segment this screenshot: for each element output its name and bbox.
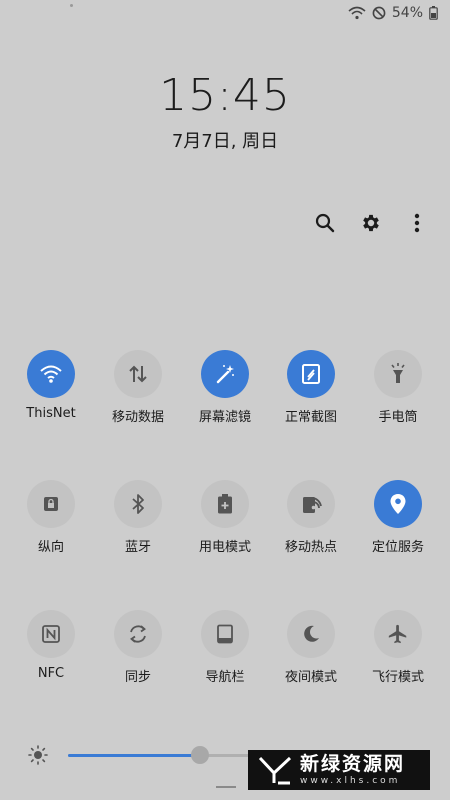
watermark: 新绿资源网 www.xlhs.com [248, 750, 430, 790]
tile-label: 飞行模式 [371, 670, 424, 685]
hotspot-icon [303, 497, 322, 513]
tile-bluetooth[interactable]: 蓝牙 [95, 480, 181, 555]
tile-flashlight-toggle[interactable] [374, 350, 422, 398]
tile-label: 导航栏 [205, 670, 245, 685]
clock-date: 7月7日, 周日 [171, 131, 279, 152]
bluetooth-icon [132, 494, 144, 514]
sync-icon [130, 625, 146, 643]
tile-portrait[interactable]: 纵向 [8, 480, 94, 555]
tile-airplane-mode-toggle[interactable] [374, 610, 422, 658]
mobile-data-icon [129, 365, 147, 383]
tile-label: 纵向 [37, 540, 64, 555]
screenshot-icon [302, 364, 320, 384]
do-not-disturb-icon [372, 6, 386, 20]
tile-power-mode-toggle[interactable] [201, 480, 249, 528]
tile-flashlight[interactable]: 手电筒 [355, 350, 441, 425]
tile-label: 同步 [124, 670, 151, 685]
magic-wand-icon [216, 365, 234, 384]
tile-label: 蓝牙 [124, 540, 151, 555]
status-bar: 54% [348, 3, 438, 23]
tile-location[interactable]: 定位服务 [355, 480, 441, 555]
search-icon [315, 213, 335, 233]
tile-screen-filter-toggle[interactable] [201, 350, 249, 398]
panel-actions [314, 210, 428, 236]
tile-label: 移动数据 [111, 410, 164, 425]
flashlight-icon [391, 363, 405, 383]
tile-location-toggle[interactable] [374, 480, 422, 528]
tile-label: 夜间模式 [284, 670, 337, 685]
sun-icon [28, 745, 48, 769]
tile-hotspot-toggle[interactable] [287, 480, 335, 528]
tile-navigation-bar-toggle[interactable] [201, 610, 249, 658]
panel-drag-handle[interactable] [216, 786, 236, 788]
location-icon [390, 494, 406, 514]
tile-nfc-toggle[interactable] [27, 610, 75, 658]
brightness-slider-thumb[interactable] [191, 746, 209, 764]
watermark-title: 新绿资源网 [300, 752, 406, 775]
watermark-text: 新绿资源网 www.xlhs.com [300, 752, 406, 786]
quick-settings-row: ThisNet 移动数据 屏幕滤镜 正常截图 手电筒 [0, 350, 450, 430]
settings-button[interactable] [360, 210, 382, 236]
tile-label: 用电模式 [198, 540, 251, 555]
tile-label: 手电筒 [378, 410, 418, 425]
more-options-button[interactable] [406, 210, 428, 236]
quick-settings-row: NFC 同步 导航栏 夜间模式 飞行模式 [0, 610, 450, 690]
moon-icon [304, 625, 319, 642]
clock-time: 15:45 [159, 70, 291, 121]
airplane-icon [388, 624, 407, 644]
quick-settings-row: 纵向 蓝牙 用电模式 移动热点 定位服务 [0, 480, 450, 560]
wifi-icon [40, 365, 62, 383]
tile-screen-filter[interactable]: 屏幕滤镜 [182, 350, 268, 425]
tile-sync[interactable]: 同步 [95, 610, 181, 685]
battery-saver-icon [218, 494, 232, 514]
tile-sync-toggle[interactable] [114, 610, 162, 658]
tile-label: 定位服务 [371, 540, 424, 555]
tile-hotspot[interactable]: 移动热点 [268, 480, 354, 555]
wifi-icon [348, 6, 366, 20]
tile-wifi-toggle[interactable] [27, 350, 75, 398]
battery-percent: 54% [391, 5, 423, 21]
tile-airplane-mode[interactable]: 飞行模式 [355, 610, 441, 685]
tile-night-mode-toggle[interactable] [287, 610, 335, 658]
search-button[interactable] [314, 210, 336, 236]
tile-mobile-data[interactable]: 移动数据 [95, 350, 181, 425]
tile-portrait-toggle[interactable] [27, 480, 75, 528]
tile-bluetooth-toggle[interactable] [114, 480, 162, 528]
tile-label: ThisNet [26, 406, 76, 421]
nfc-icon [42, 625, 60, 643]
tile-mobile-data-toggle[interactable] [114, 350, 162, 398]
portrait-lock-icon [44, 497, 58, 511]
status-dot [70, 4, 73, 7]
gear-icon [363, 214, 379, 232]
brightness-slider-fill [68, 754, 200, 757]
tile-label: 屏幕滤镜 [198, 410, 251, 425]
battery-icon [429, 6, 438, 20]
tile-label: 移动热点 [284, 540, 337, 555]
more-vertical-icon [414, 213, 420, 233]
tile-screenshot-toggle[interactable] [287, 350, 335, 398]
navigation-bar-icon [217, 624, 233, 644]
tile-wifi[interactable]: ThisNet [8, 350, 94, 421]
tile-screenshot[interactable]: 正常截图 [268, 350, 354, 425]
tile-night-mode[interactable]: 夜间模式 [268, 610, 354, 685]
tile-nfc[interactable]: NFC [8, 610, 94, 681]
watermark-url: www.xlhs.com [300, 775, 401, 786]
tile-navigation-bar[interactable]: 导航栏 [182, 610, 268, 685]
tile-label: 正常截图 [284, 410, 337, 425]
tile-label: NFC [37, 666, 65, 681]
tile-power-mode[interactable]: 用电模式 [182, 480, 268, 555]
watermark-logo-icon [258, 756, 292, 785]
